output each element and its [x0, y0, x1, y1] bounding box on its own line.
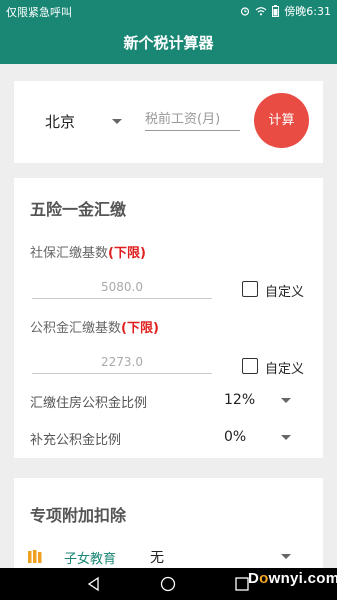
- chevron-down-icon[interactable]: [112, 119, 122, 124]
- chevron-down-icon[interactable]: [281, 398, 291, 403]
- app-title: 新个税计算器: [123, 34, 214, 52]
- battery-icon: [272, 5, 280, 17]
- app-bar: 新个税计算器: [0, 22, 337, 64]
- extra-fund-ratio-select[interactable]: 0%: [224, 429, 246, 445]
- calculator-card: 北京 计算: [14, 81, 323, 163]
- status-icons: 傍晚6:31: [240, 3, 331, 19]
- fund-ratio-select[interactable]: 12%: [224, 392, 255, 408]
- social-base-label: 社保汇缴基数(下限): [30, 246, 146, 261]
- watermark: Downyi.com: [248, 570, 337, 587]
- fund-ratio-label: 汇缴住房公积金比例: [30, 396, 148, 411]
- deductions-card: 专项附加扣除 子女教育 无: [14, 478, 323, 570]
- city-select[interactable]: 北京: [45, 111, 75, 132]
- chevron-down-icon[interactable]: [281, 554, 291, 559]
- carrier-status-text: 仅限紧急呼叫: [6, 6, 72, 19]
- social-base-limit: (下限): [108, 246, 146, 261]
- fund-custom-checkbox[interactable]: [242, 358, 258, 374]
- home-icon[interactable]: [158, 574, 178, 594]
- social-base-field[interactable]: 5080.0: [32, 276, 212, 299]
- social-custom-checkbox[interactable]: [242, 281, 258, 297]
- chevron-down-icon[interactable]: [281, 435, 291, 440]
- alarm-icon: [241, 7, 250, 16]
- back-icon[interactable]: [84, 574, 104, 594]
- salary-input[interactable]: [145, 108, 240, 131]
- child-education-label: 子女教育: [64, 552, 117, 567]
- fund-base-label: 公积金汇缴基数(下限): [30, 321, 159, 336]
- fund-base-field[interactable]: 2273.0: [32, 351, 212, 374]
- wifi-icon: [255, 7, 267, 16]
- fund-custom-label: 自定义: [265, 362, 305, 377]
- fund-base-limit: (下限): [121, 321, 159, 336]
- child-education-select[interactable]: 无: [150, 547, 164, 567]
- extra-fund-ratio-label: 补充公积金比例: [30, 433, 122, 448]
- status-time: 傍晚6:31: [284, 5, 331, 18]
- deductions-section-title: 专项附加扣除: [30, 506, 127, 525]
- insurance-card: 五险一金汇缴 社保汇缴基数(下限) 5080.0 自定义 公积金汇缴基数(下限)…: [14, 178, 323, 458]
- status-bar: 仅限紧急呼叫 傍晚6:31: [0, 0, 337, 22]
- calculate-button[interactable]: 计算: [254, 93, 309, 148]
- social-custom-label: 自定义: [265, 285, 305, 300]
- books-icon: [28, 550, 42, 563]
- insurance-section-title: 五险一金汇缴: [30, 200, 127, 219]
